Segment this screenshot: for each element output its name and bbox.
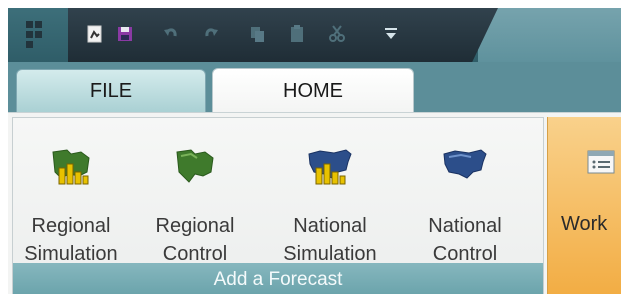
save-icon[interactable] (114, 23, 136, 45)
ribbon-group-add-forecast: Regional Simulation Regional Control Nat… (12, 117, 544, 294)
undo-icon[interactable] (160, 23, 182, 45)
tab-file[interactable]: FILE (16, 69, 206, 113)
app-window: FILE HOME Regional Simulation Regional C… (8, 8, 621, 294)
workspace-label: Work (561, 213, 608, 235)
workspace-button[interactable]: Work (547, 117, 621, 294)
label-line-1: Regional (155, 215, 235, 237)
national-control-label: National Control (405, 212, 525, 268)
open-icon[interactable] (84, 23, 106, 45)
workspace-icon (586, 149, 616, 179)
label-line-1: Regional (31, 215, 111, 237)
national-control-icon (441, 146, 489, 190)
quick-access-toolbar (8, 8, 621, 62)
tab-file-label: FILE (89, 80, 133, 102)
regional-simulation-label: Regional Simulation (11, 212, 131, 268)
redo-icon[interactable] (200, 23, 222, 45)
copy-icon[interactable] (246, 23, 268, 45)
regional-simulation-button[interactable]: Regional Simulation (11, 132, 131, 265)
regional-control-icon (173, 146, 217, 190)
paste-icon[interactable] (286, 23, 308, 45)
customize-dropdown-icon[interactable] (380, 23, 402, 45)
regional-control-button[interactable]: Regional Control (135, 132, 255, 265)
ribbon-tab-strip: FILE HOME (8, 62, 621, 114)
title-bar-right (478, 8, 621, 62)
national-simulation-button[interactable]: National Simulation (270, 132, 390, 265)
national-simulation-icon (306, 146, 354, 190)
regional-control-label: Regional Control (135, 212, 255, 268)
label-line-1: National (293, 215, 367, 237)
national-control-button[interactable]: National Control (405, 132, 525, 265)
ribbon-group-caption: Add a Forecast (13, 263, 543, 294)
regional-simulation-icon (49, 146, 93, 190)
tab-home-label: HOME (283, 80, 343, 102)
cut-icon[interactable] (326, 23, 348, 45)
app-grip-icon[interactable] (26, 21, 44, 49)
label-line-1: National (428, 215, 502, 237)
tab-home[interactable]: HOME (212, 68, 414, 114)
ribbon-panel: Regional Simulation Regional Control Nat… (8, 112, 621, 294)
national-simulation-label: National Simulation (270, 212, 390, 268)
